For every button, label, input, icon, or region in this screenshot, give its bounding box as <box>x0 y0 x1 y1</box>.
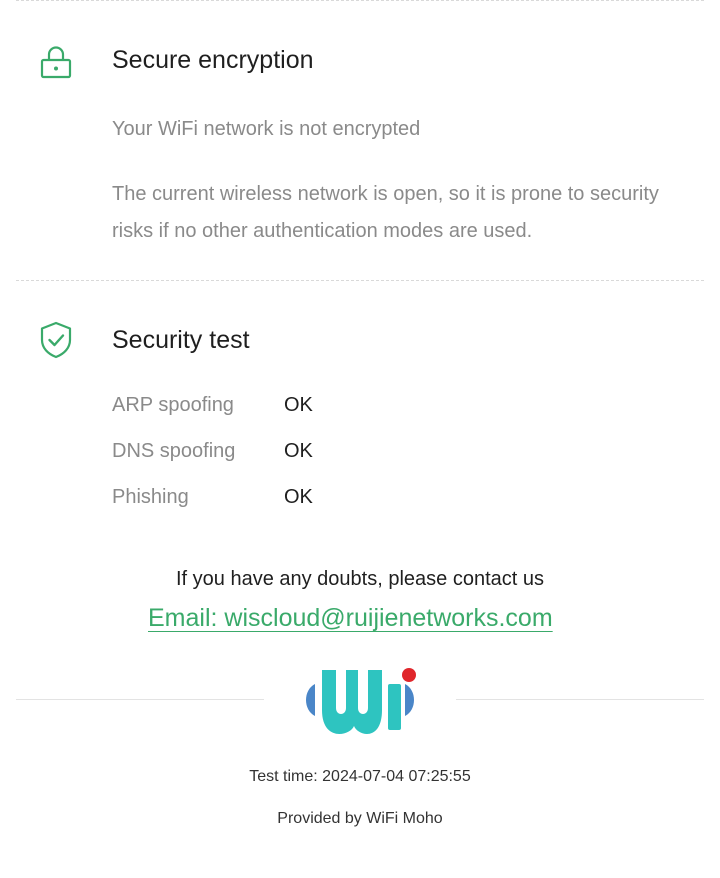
test-label: DNS spoofing <box>112 440 236 462</box>
contact-email-link[interactable]: Email: wiscloud@ruijienetworks.com <box>148 604 553 633</box>
test-time: Test time: 2024-07-04 07:25:55 <box>249 768 471 785</box>
divider <box>16 699 264 700</box>
test-label: Phishing <box>112 486 189 508</box>
test-result: OK <box>284 394 313 416</box>
test-result: OK <box>284 486 313 508</box>
shield-check-icon <box>38 320 74 360</box>
security-test-title: Security test <box>112 326 250 354</box>
wifi-moho-logo <box>302 664 420 736</box>
contact-text: If you have any doubts, please contact u… <box>175 568 545 590</box>
test-label: ARP spoofing <box>112 394 234 416</box>
test-row-phishing: Phishing OK <box>112 483 313 511</box>
test-row-dns: DNS spoofing OK <box>112 437 313 465</box>
test-result: OK <box>284 440 313 462</box>
security-report-page: Secure encryption Your WiFi network is n… <box>0 0 720 878</box>
divider <box>16 0 704 1</box>
encryption-description: The current wireless network is open, so… <box>112 183 659 242</box>
divider <box>16 280 704 281</box>
test-row-arp: ARP spoofing OK <box>112 391 313 419</box>
encryption-status: Your WiFi network is not encrypted <box>112 118 421 140</box>
provided-by: Provided by WiFi Moho <box>277 810 443 827</box>
encryption-title: Secure encryption <box>112 46 314 74</box>
divider <box>456 699 704 700</box>
lock-icon <box>38 42 74 82</box>
